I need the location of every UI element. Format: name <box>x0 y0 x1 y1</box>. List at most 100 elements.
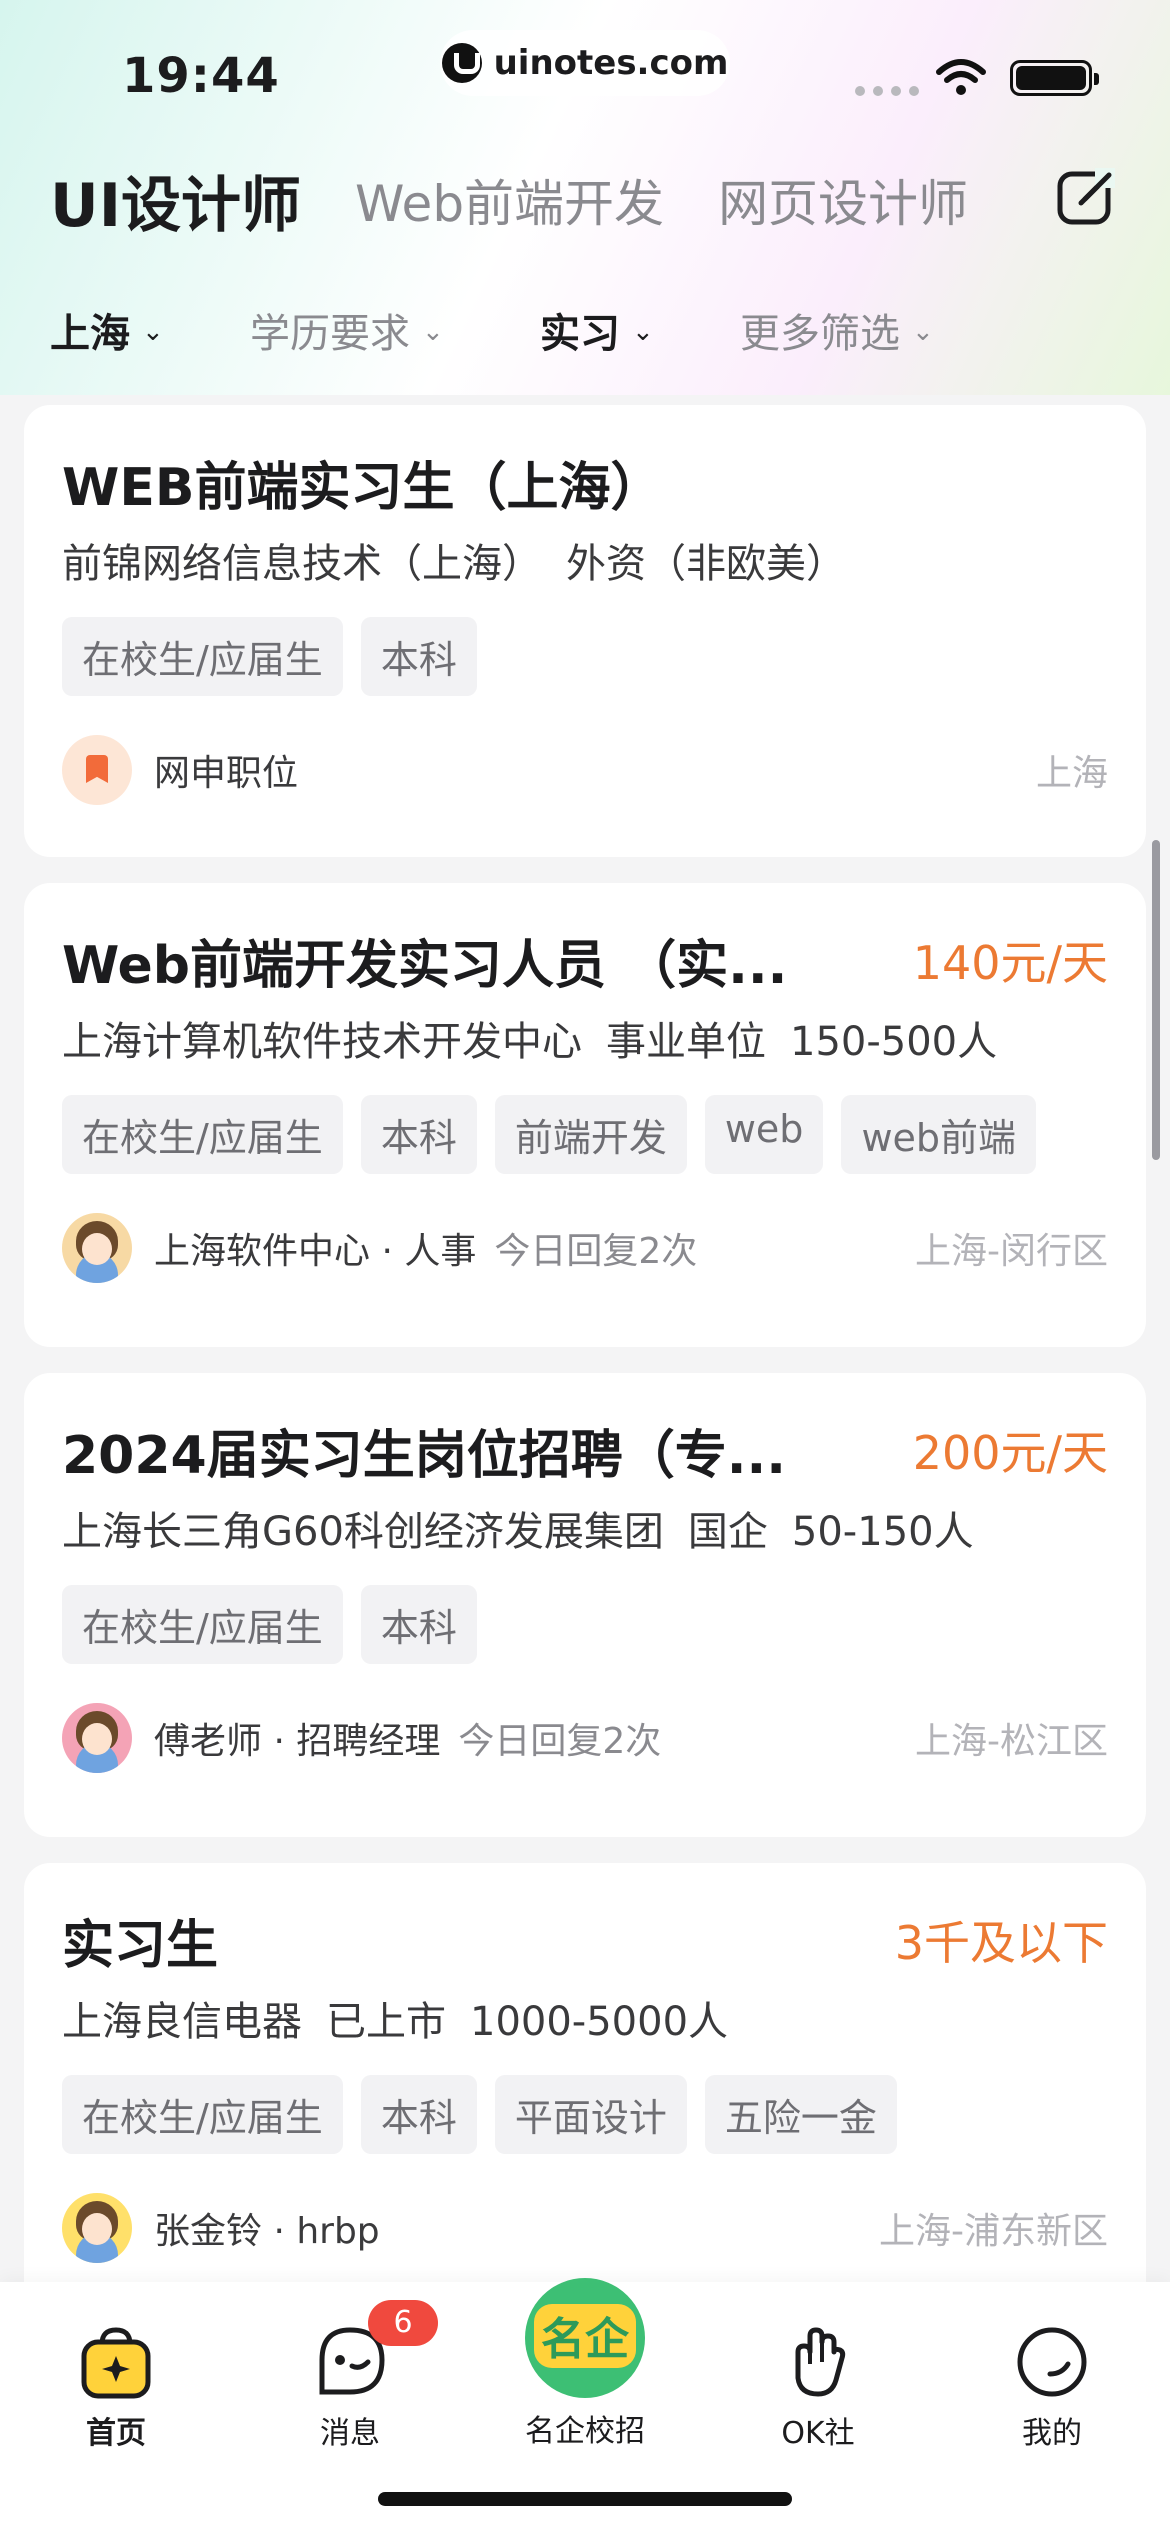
mingqi-logo-text: 名企 <box>541 2314 630 2365</box>
company-type: 外资（非欧美） <box>566 541 846 587</box>
job-tag: 在校生/应届生 <box>62 1095 343 1174</box>
category-tabs: UI设计师 Web前端开发 网页设计师 <box>50 160 1022 241</box>
job-salary: 200元/天 <box>912 1426 1108 1480</box>
edit-icon[interactable] <box>1055 166 1117 228</box>
job-tag: 在校生/应届生 <box>62 1585 343 1664</box>
job-tag: 本科 <box>360 1095 477 1174</box>
company-info: 上海良信电器 已上市 1000-5000人 <box>62 1989 1108 2047</box>
job-title: 2024届实习生岗位招聘（专... <box>62 1425 786 1486</box>
company-info: 上海长三角G60科创经济发展集团 国企 50-150人 <box>62 1499 1108 1557</box>
tab-home-label: 首页 <box>86 2416 146 2451</box>
tab-profile[interactable]: 我的 <box>952 2282 1152 2452</box>
recruiter-name: 上海软件中心 · 人事 <box>154 1231 477 1272</box>
filter-job-type[interactable]: 实习 ⌄ <box>540 301 740 359</box>
company-name: 上海长三角G60科创经济发展集团 <box>62 1509 664 1555</box>
home-indicator <box>378 2492 792 2506</box>
job-location: 上海-闵行区 <box>915 1231 1108 1272</box>
job-tag: 在校生/应届生 <box>62 2075 343 2154</box>
recruiter-name: 张金铃 · hrbp <box>154 2211 380 2252</box>
tab-ok-community-label: OK社 <box>781 2416 855 2451</box>
status-bar: 19:44 uinotes.com <box>0 0 1170 140</box>
company-name: 上海良信电器 <box>62 1999 302 2045</box>
job-tag: 本科 <box>360 617 477 696</box>
filter-city[interactable]: 上海 ⌄ <box>50 301 250 359</box>
chevron-down-icon: ⌄ <box>912 317 934 347</box>
tab-web-frontend[interactable]: Web前端开发 <box>355 164 664 236</box>
smile-face-icon <box>1017 2327 1087 2397</box>
reply-count: 今日回复2次 <box>458 1721 662 1762</box>
tab-campus-recruit-label: 名企校招 <box>525 2414 645 2449</box>
job-title: Web前端开发实习人员 （实... <box>62 935 788 996</box>
company-type: 事业单位 <box>606 1019 766 1065</box>
filter-job-type-label: 实习 <box>540 311 620 357</box>
recruiter-name: 傅老师 · 招聘经理 <box>154 1721 441 1762</box>
job-card[interactable]: Web前端开发实习人员 （实... 140元/天 上海计算机软件技术开发中心 事业… <box>24 883 1146 1347</box>
job-tag: 在校生/应届生 <box>62 617 343 696</box>
ok-hand-icon <box>795 2327 846 2397</box>
tab-campus-recruit[interactable]: 名企 名企校招 <box>485 2278 685 2450</box>
tab-ui-designer[interactable]: UI设计师 <box>50 157 301 244</box>
bookmark-badge-icon <box>62 735 132 805</box>
company-size: 50-150人 <box>791 1509 974 1555</box>
recruiter-name: 网申职位 <box>154 753 299 794</box>
uinotes-logo-icon <box>441 43 482 83</box>
company-info: 前锦网络信息技术（上海） 外资（非欧美） <box>62 531 1108 589</box>
scrollbar[interactable] <box>1152 840 1160 1160</box>
tab-profile-label: 我的 <box>1022 2416 1082 2451</box>
job-tag: web <box>704 1095 824 1174</box>
job-tags: 在校生/应届生 本科 <box>62 1585 1108 1664</box>
company-info: 上海计算机软件技术开发中心 事业单位 150-500人 <box>62 1009 1108 1067</box>
company-type: 已上市 <box>326 1999 446 2045</box>
tab-ok-community[interactable]: OK社 <box>718 2282 918 2452</box>
job-tag: 前端开发 <box>494 1095 687 1174</box>
job-tag: web前端 <box>841 1095 1037 1174</box>
job-title: WEB前端实习生（上海） <box>62 457 663 518</box>
job-location: 上海-松江区 <box>915 1721 1108 1762</box>
wifi-icon <box>936 59 986 95</box>
tab-messages-label: 消息 <box>320 2416 380 2451</box>
job-card[interactable]: 实习生 3千及以下 上海良信电器 已上市 1000-5000人 在校生/应届生 本科… <box>24 1863 1146 2327</box>
job-title: 实习生 <box>62 1915 219 1976</box>
mingqi-logo-icon: 名企 <box>525 2278 645 2398</box>
company-size: 150-500人 <box>790 1019 998 1065</box>
job-tags: 在校生/应届生 本科 前端开发 web web前端 <box>62 1095 1108 1174</box>
avatar <box>62 1213 132 1283</box>
company-name: 上海计算机软件技术开发中心 <box>62 1019 582 1065</box>
company-size: 1000-5000人 <box>470 1999 729 2045</box>
job-tag: 平面设计 <box>494 2075 687 2154</box>
tab-home[interactable]: 首页 <box>16 2282 216 2452</box>
job-location: 上海-浦东新区 <box>879 2211 1108 2252</box>
job-tag: 本科 <box>360 1585 477 1664</box>
avatar <box>62 1703 132 1773</box>
status-time: 19:44 <box>122 48 280 104</box>
company-type: 国企 <box>687 1509 768 1555</box>
filter-education-label: 学历要求 <box>250 311 410 357</box>
filter-city-label: 上海 <box>50 311 130 357</box>
job-tag: 五险一金 <box>704 2075 897 2154</box>
url-text: uinotes.com <box>493 43 729 83</box>
tab-messages[interactable]: 6 消息 <box>250 2282 450 2452</box>
unread-badge: 6 <box>368 2300 438 2346</box>
tab-web-designer[interactable]: 网页设计师 <box>718 164 968 236</box>
job-tags: 在校生/应届生 本科 <box>62 617 1108 696</box>
url-pill[interactable]: uinotes.com <box>440 30 730 96</box>
job-card[interactable]: WEB前端实习生（上海） 前锦网络信息技术（上海） 外资（非欧美） 在校生/应届生… <box>24 405 1146 857</box>
cellular-signal-icon <box>855 86 919 96</box>
chevron-down-icon: ⌄ <box>632 317 654 347</box>
filter-bar: 上海 ⌄ 学历要求 ⌄ 实习 ⌄ 更多筛选 ⌄ <box>50 300 1020 360</box>
reply-count: 今日回复2次 <box>494 1231 698 1272</box>
battery-icon <box>1010 60 1099 96</box>
job-location: 上海 <box>1035 753 1108 794</box>
job-salary: 3千及以下 <box>894 1916 1108 1970</box>
job-tags: 在校生/应届生 本科 平面设计 五险一金 <box>62 2075 1108 2154</box>
chevron-down-icon: ⌄ <box>422 317 444 347</box>
job-salary: 140元/天 <box>912 936 1108 990</box>
filter-education[interactable]: 学历要求 ⌄ <box>250 301 540 359</box>
filter-more-label: 更多筛选 <box>740 311 900 357</box>
chevron-down-icon: ⌄ <box>142 317 164 347</box>
home-bag-icon <box>81 2327 151 2399</box>
job-tag: 本科 <box>360 2075 477 2154</box>
job-card[interactable]: 2024届实习生岗位招聘（专... 200元/天 上海长三角G60科创经济发展集… <box>24 1373 1146 1837</box>
company-name: 前锦网络信息技术（上海） <box>62 541 542 587</box>
filter-more[interactable]: 更多筛选 ⌄ <box>740 301 1020 359</box>
